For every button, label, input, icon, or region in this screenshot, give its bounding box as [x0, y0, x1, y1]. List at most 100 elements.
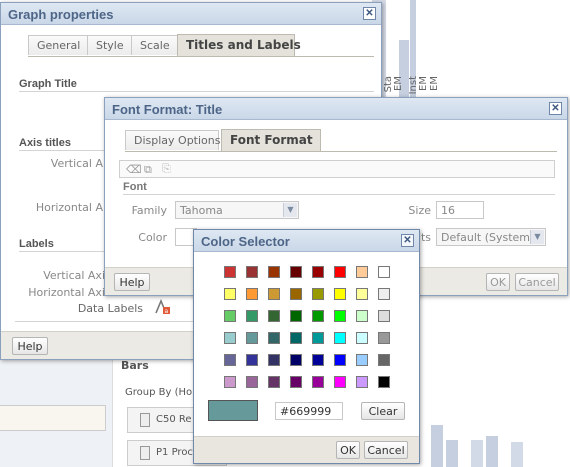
color-swatch[interactable] — [378, 288, 390, 300]
color-swatch[interactable] — [356, 310, 368, 322]
color-swatch[interactable] — [312, 266, 324, 278]
color-swatch[interactable] — [290, 266, 302, 278]
copy-icon[interactable]: ⧉ — [144, 163, 152, 177]
tab-font-format[interactable]: Font Format — [221, 129, 321, 151]
color-swatch[interactable] — [246, 354, 258, 366]
help-button[interactable]: Help — [114, 273, 150, 291]
data-labels-format-icon[interactable]: a — [155, 298, 171, 315]
ok-button[interactable]: OK — [486, 273, 510, 291]
color-swatch[interactable] — [290, 354, 302, 366]
dialog-title: Graph properties — [8, 7, 114, 22]
cancel-button[interactable]: Cancel — [515, 273, 559, 291]
color-swatch[interactable] — [224, 288, 236, 300]
background-chart: EM Sta EM Inst EM — [372, 0, 570, 100]
color-swatch[interactable] — [224, 266, 236, 278]
background-panel-left — [0, 360, 118, 467]
color-swatch[interactable] — [246, 376, 258, 388]
color-preview — [208, 400, 258, 421]
color-swatch[interactable] — [378, 376, 390, 388]
dialog-title: Font Format: Title — [112, 102, 223, 117]
color-swatch[interactable] — [224, 354, 236, 366]
color-swatch[interactable] — [378, 354, 390, 366]
horizontal-axis-labels-label: Horizontal Axi — [28, 286, 105, 299]
color-selector-footer: OK Cancel — [194, 436, 419, 463]
column-icon — [140, 413, 150, 427]
color-swatch[interactable] — [334, 266, 346, 278]
axis-titles-heading: Axis titles — [19, 137, 71, 149]
color-swatch[interactable] — [356, 266, 368, 278]
svg-text:a: a — [165, 308, 169, 315]
data-labels-label: Data Labels — [77, 302, 143, 315]
tab-scale[interactable]: Scale — [131, 35, 179, 55]
tab-display-options[interactable]: Display Options — [125, 130, 221, 150]
vertical-axis-labels-label: Vertical Axi — [43, 269, 105, 282]
color-swatch[interactable] — [290, 332, 302, 344]
color-swatch[interactable] — [312, 376, 324, 388]
color-swatch[interactable] — [268, 332, 280, 344]
color-swatch[interactable] — [356, 332, 368, 344]
font-heading: Font — [123, 181, 147, 193]
chart-label: Inst — [408, 76, 419, 95]
close-icon[interactable]: ✕ — [363, 7, 376, 20]
color-swatch[interactable] — [334, 354, 346, 366]
color-swatch[interactable] — [268, 266, 280, 278]
color-swatch[interactable] — [290, 310, 302, 322]
color-swatch[interactable] — [312, 354, 324, 366]
hex-input[interactable]: #669999 — [275, 402, 343, 420]
color-swatch[interactable] — [334, 332, 346, 344]
color-swatch[interactable] — [356, 354, 368, 366]
chart-label: Sta — [383, 76, 394, 93]
close-icon[interactable]: ✕ — [401, 234, 414, 247]
color-swatch[interactable] — [378, 332, 390, 344]
color-swatch[interactable] — [312, 310, 324, 322]
color-swatch[interactable] — [224, 332, 236, 344]
vertical-axis-title-label: Vertical A — [50, 157, 103, 170]
horizontal-axis-title-label: Horizontal A — [35, 201, 103, 214]
family-select[interactable]: Tahoma ▼ — [175, 201, 299, 219]
group-item-label: P1 Proc — [156, 447, 193, 458]
color-swatch[interactable] — [290, 376, 302, 388]
graph-title-heading: Graph Title — [19, 78, 77, 90]
color-swatch[interactable] — [334, 310, 346, 322]
paste-icon[interactable]: ⎘ — [162, 162, 171, 176]
color-swatch[interactable] — [246, 266, 258, 278]
chart-label: EM — [418, 76, 429, 91]
color-selector-dialog: Color Selector ✕ #669999 Clear OK Cancel — [193, 229, 420, 464]
eraser-icon[interactable]: ⌫ — [126, 163, 142, 176]
color-swatch[interactable] — [290, 288, 302, 300]
labels-heading: Labels — [19, 238, 54, 250]
clear-button[interactable]: Clear — [361, 402, 405, 420]
group-by-label: Group By (Hor — [125, 387, 197, 398]
color-swatch[interactable] — [268, 288, 280, 300]
cancel-button[interactable]: Cancel — [364, 441, 408, 459]
color-swatch[interactable] — [356, 288, 368, 300]
tab-style[interactable]: Style — [87, 35, 133, 55]
color-label: Color — [138, 231, 167, 244]
color-swatch[interactable] — [312, 288, 324, 300]
effects-select[interactable]: Default (System) ▼ — [436, 228, 546, 246]
color-swatch[interactable] — [246, 310, 258, 322]
color-swatch[interactable] — [334, 288, 346, 300]
color-swatch[interactable] — [268, 376, 280, 388]
color-swatch[interactable] — [246, 288, 258, 300]
close-icon[interactable]: ✕ — [549, 102, 562, 115]
color-swatch[interactable] — [356, 376, 368, 388]
size-input[interactable]: 16 — [436, 201, 484, 219]
color-swatch[interactable] — [334, 376, 346, 388]
column-icon — [140, 446, 150, 460]
tab-general[interactable]: General — [28, 35, 90, 55]
color-swatch[interactable] — [378, 310, 390, 322]
color-swatch[interactable] — [224, 310, 236, 322]
tab-titles-and-labels[interactable]: Titles and Labels — [177, 34, 301, 56]
size-label: Size — [408, 204, 431, 217]
color-swatch[interactable] — [312, 332, 324, 344]
chevron-down-icon: ▼ — [530, 230, 544, 244]
color-swatch[interactable] — [224, 376, 236, 388]
color-swatch[interactable] — [246, 332, 258, 344]
help-button[interactable]: Help — [12, 337, 48, 355]
color-swatch[interactable] — [378, 266, 390, 278]
color-swatch[interactable] — [268, 310, 280, 322]
color-swatch[interactable] — [268, 354, 280, 366]
ok-button[interactable]: OK — [336, 441, 360, 459]
graph-properties-titlebar: Graph properties ✕ — [1, 3, 381, 25]
